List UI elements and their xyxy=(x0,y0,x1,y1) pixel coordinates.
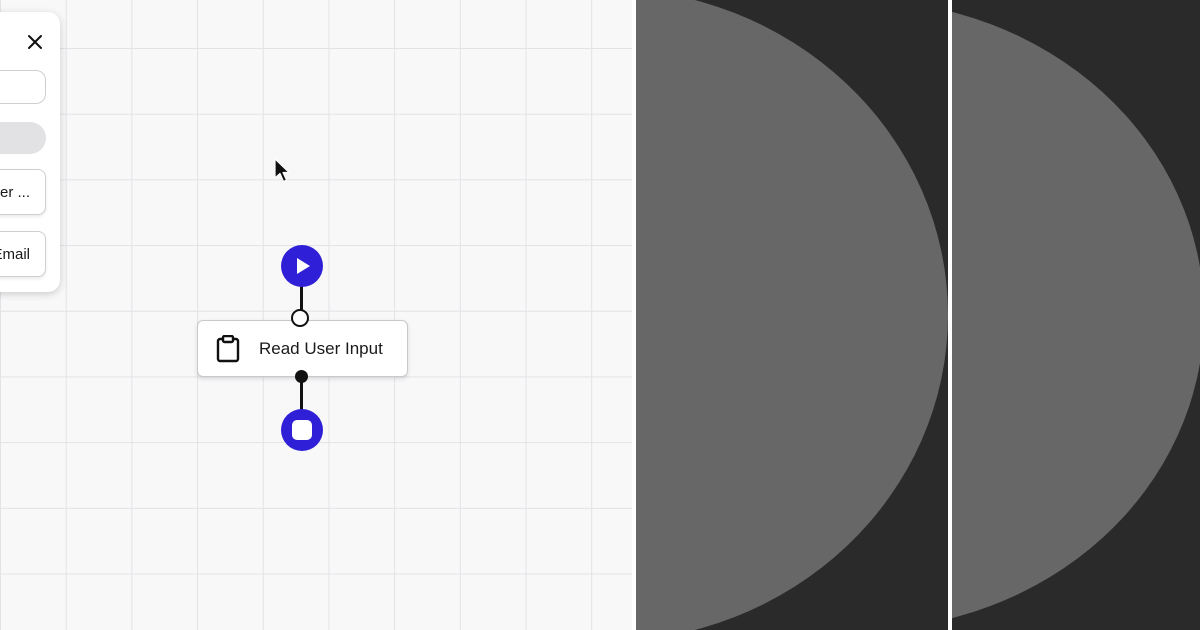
palette-item-email[interactable]: Email xyxy=(0,231,46,277)
play-icon xyxy=(297,258,310,274)
palette-category-chip[interactable] xyxy=(0,122,46,154)
disc-shape-2 xyxy=(952,0,1200,630)
close-icon xyxy=(28,35,42,49)
task-node-read-user-input[interactable]: Read User Input xyxy=(197,320,408,377)
palette-search-input[interactable] xyxy=(0,70,46,104)
task-node-label: Read User Input xyxy=(259,338,383,358)
stop-icon xyxy=(292,420,312,440)
task-output-port[interactable] xyxy=(295,370,308,383)
app-root: User ... Email Read User Input xyxy=(0,0,1200,630)
connector-task-to-end xyxy=(300,378,303,412)
media-panel-2 xyxy=(952,0,1200,630)
media-panel-1 xyxy=(636,0,948,630)
clipboard-icon xyxy=(215,334,241,364)
node-palette-panel: User ... Email xyxy=(0,12,60,292)
start-node[interactable] xyxy=(281,245,323,287)
end-node[interactable] xyxy=(281,409,323,451)
disc-shape-1 xyxy=(636,0,948,630)
close-palette-button[interactable] xyxy=(24,31,46,53)
palette-item-user-input[interactable]: User ... xyxy=(0,169,46,215)
workflow-canvas[interactable]: User ... Email Read User Input xyxy=(0,0,632,630)
mouse-cursor-icon xyxy=(274,158,290,183)
task-input-port[interactable] xyxy=(291,309,309,327)
